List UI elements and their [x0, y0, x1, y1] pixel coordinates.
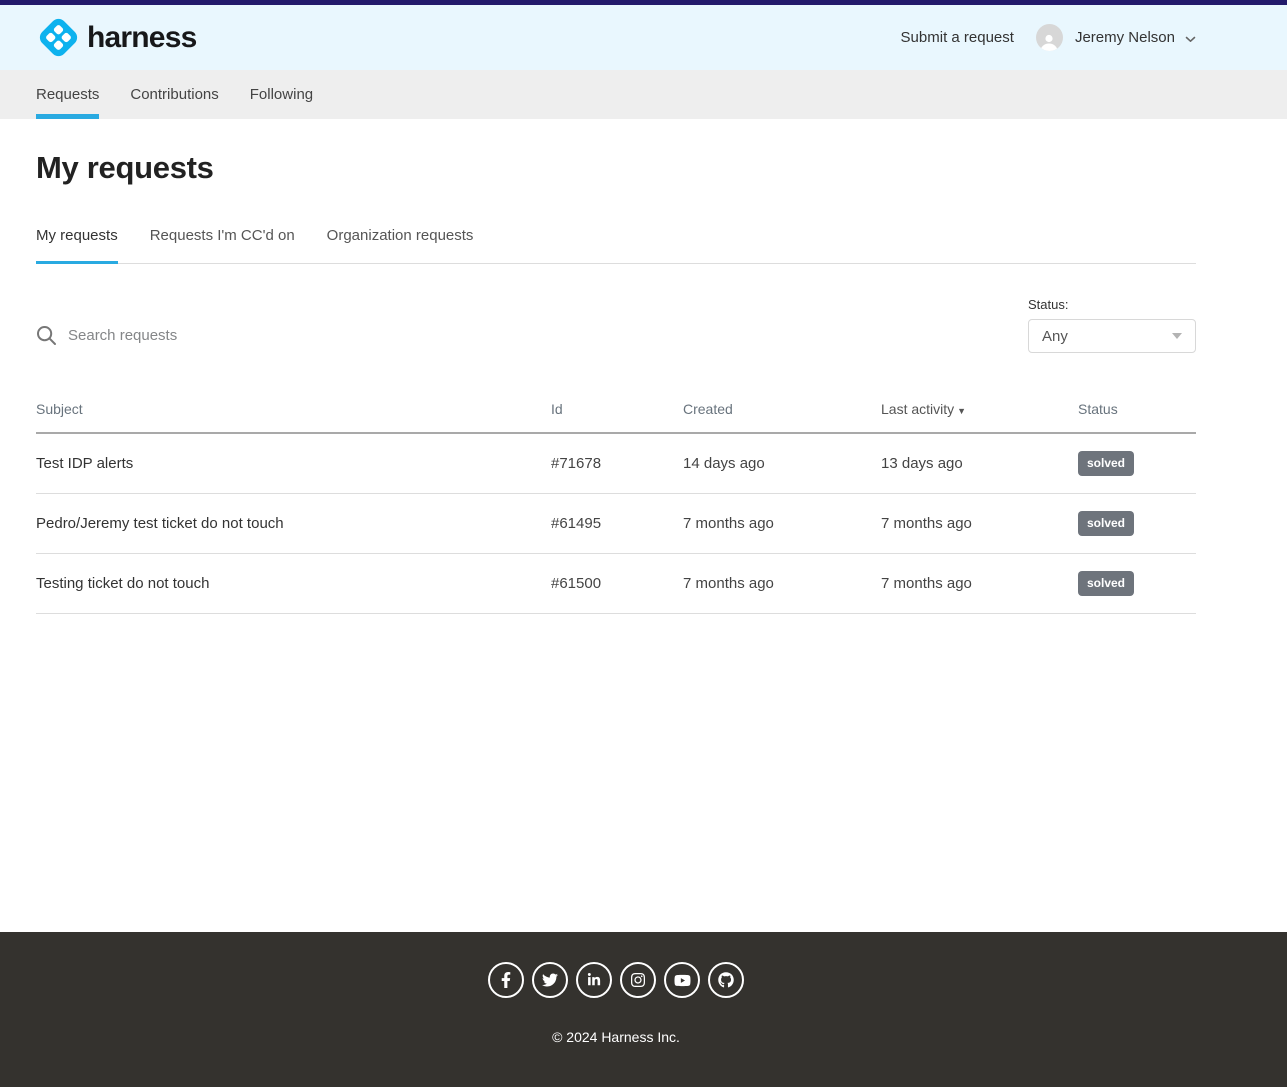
- youtube-link[interactable]: [664, 962, 700, 998]
- user-avatar-icon: [1039, 32, 1059, 51]
- site-header: harness Submit a request Jeremy Nelson: [0, 5, 1287, 70]
- user-menu[interactable]: Jeremy Nelson: [1075, 29, 1175, 46]
- site-footer: © 2024 Harness Inc.: [0, 932, 1287, 1087]
- facebook-icon: [501, 972, 511, 988]
- status-filter: Status: Any: [1028, 297, 1196, 353]
- caret-down-icon: [1172, 333, 1182, 339]
- linkedin-icon: [587, 973, 601, 987]
- request-created: 7 months ago: [683, 575, 881, 592]
- youtube-icon: [674, 973, 691, 988]
- social-links: [488, 962, 744, 998]
- nav-tab-contributions[interactable]: Contributions: [130, 70, 218, 119]
- status-badge: solved: [1078, 571, 1134, 595]
- request-subject-link[interactable]: Test IDP alerts: [36, 455, 551, 472]
- status-dropdown[interactable]: Any: [1028, 319, 1196, 353]
- filter-toolbar: Status: Any: [36, 297, 1196, 353]
- header-user-area: Submit a request Jeremy Nelson: [901, 24, 1196, 51]
- request-last-activity: 7 months ago: [881, 575, 1078, 592]
- column-header-last-activity[interactable]: Last activity▼: [881, 401, 1078, 417]
- requests-table: Subject Id Created Last activity▼ Status…: [36, 391, 1196, 614]
- column-header-subject[interactable]: Subject: [36, 401, 551, 417]
- chevron-down-icon[interactable]: [1185, 36, 1196, 43]
- request-id: #61495: [551, 515, 683, 532]
- nav-tab-following[interactable]: Following: [250, 70, 313, 119]
- github-icon: [718, 972, 734, 988]
- github-link[interactable]: [708, 962, 744, 998]
- column-header-status[interactable]: Status: [1078, 401, 1196, 417]
- twitter-link[interactable]: [532, 962, 568, 998]
- request-subject-link[interactable]: Testing ticket do not touch: [36, 575, 551, 592]
- request-last-activity: 7 months ago: [881, 515, 1078, 532]
- table-header-row: Subject Id Created Last activity▼ Status: [36, 391, 1196, 434]
- request-created: 7 months ago: [683, 515, 881, 532]
- status-dropdown-value: Any: [1042, 328, 1068, 345]
- harness-logo[interactable]: harness: [36, 16, 196, 60]
- status-badge: solved: [1078, 511, 1134, 535]
- table-row[interactable]: Test IDP alerts #71678 14 days ago 13 da…: [36, 434, 1196, 494]
- primary-nav: Requests Contributions Following: [0, 70, 1287, 119]
- harness-logo-text: harness: [87, 21, 196, 55]
- subtab-my-requests[interactable]: My requests: [36, 227, 118, 263]
- sort-desc-icon: ▼: [957, 406, 966, 416]
- column-header-created[interactable]: Created: [683, 401, 881, 417]
- subtab-organization-requests[interactable]: Organization requests: [327, 227, 474, 263]
- main-content: My requests My requests Requests I'm CC'…: [0, 119, 1287, 932]
- request-id: #71678: [551, 455, 683, 472]
- table-row[interactable]: Pedro/Jeremy test ticket do not touch #6…: [36, 494, 1196, 554]
- request-id: #61500: [551, 575, 683, 592]
- instagram-link[interactable]: [620, 962, 656, 998]
- request-subject-link[interactable]: Pedro/Jeremy test ticket do not touch: [36, 515, 551, 532]
- request-last-activity: 13 days ago: [881, 455, 1078, 472]
- table-row[interactable]: Testing ticket do not touch #61500 7 mon…: [36, 554, 1196, 614]
- nav-tab-requests[interactable]: Requests: [36, 70, 99, 119]
- facebook-link[interactable]: [488, 962, 524, 998]
- column-header-id[interactable]: Id: [551, 401, 683, 417]
- search-icon: [36, 325, 57, 346]
- subtab-requests-ccd[interactable]: Requests I'm CC'd on: [150, 227, 295, 263]
- instagram-icon: [631, 972, 645, 988]
- submit-request-link[interactable]: Submit a request: [901, 29, 1014, 46]
- twitter-icon: [542, 972, 558, 988]
- linkedin-link[interactable]: [576, 962, 612, 998]
- request-created: 14 days ago: [683, 455, 881, 472]
- copyright-text: © 2024 Harness Inc.: [552, 1029, 680, 1045]
- search-box: [36, 325, 548, 353]
- search-input[interactable]: [68, 327, 548, 344]
- request-subtabs: My requests Requests I'm CC'd on Organiz…: [36, 227, 1196, 264]
- status-filter-label: Status:: [1028, 297, 1196, 312]
- avatar[interactable]: [1036, 24, 1063, 51]
- page-title: My requests: [36, 119, 1196, 186]
- harness-logo-icon: [36, 16, 80, 60]
- status-badge: solved: [1078, 451, 1134, 475]
